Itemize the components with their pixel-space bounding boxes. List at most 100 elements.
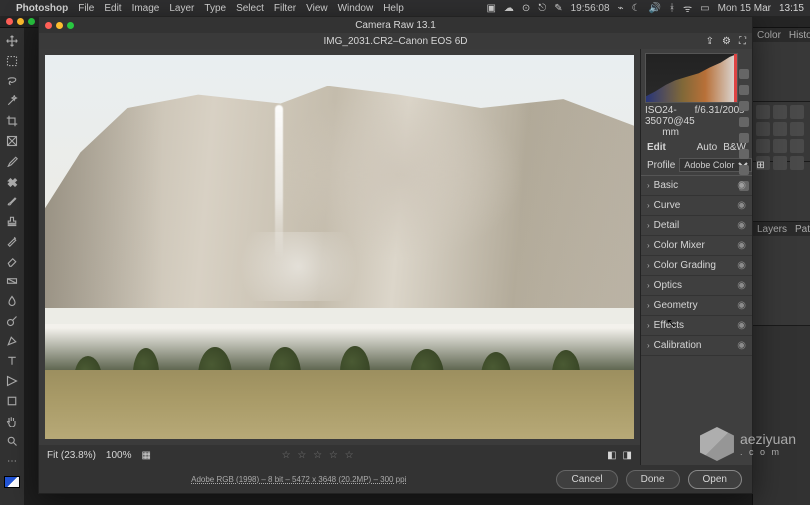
eye-icon[interactable]: ◉: [737, 200, 746, 211]
ps-toolbar: ⋯: [0, 28, 24, 505]
menubar-clock: 13:15: [779, 3, 804, 14]
menu-edit[interactable]: Edit: [104, 3, 121, 14]
heal-icon[interactable]: [739, 101, 749, 111]
crop-tool-icon[interactable]: [3, 112, 21, 130]
menu-image[interactable]: Image: [132, 3, 160, 14]
eraser-tool-icon[interactable]: [3, 252, 21, 270]
eye-icon[interactable]: ◉: [737, 260, 746, 271]
menu-window[interactable]: Window: [338, 3, 374, 14]
menu-view[interactable]: View: [306, 3, 328, 14]
fit-zoom-label[interactable]: Fit (23.8%): [47, 450, 96, 461]
marquee-tool-icon[interactable]: [3, 52, 21, 70]
dodge-tool-icon[interactable]: [3, 312, 21, 330]
edit-heading: Edit: [647, 142, 666, 153]
ps-right-panels: ColorHistoryActions LayersPaths: [752, 28, 810, 505]
panel-basic[interactable]: ›Basic◉: [641, 176, 752, 196]
crop-icon[interactable]: [739, 85, 749, 95]
tab-layers[interactable]: Layers: [753, 222, 791, 236]
hand-tool-icon[interactable]: [3, 412, 21, 430]
menu-layer[interactable]: Layer: [169, 3, 194, 14]
eye-icon[interactable]: ◉: [737, 320, 746, 331]
panel-effects[interactable]: ›Effects◉: [641, 316, 752, 336]
profile-browse-icon[interactable]: ⊞: [756, 160, 764, 171]
panel-detail[interactable]: ›Detail◉: [641, 216, 752, 236]
status-icon: ☁: [504, 3, 514, 14]
shape-tool-icon[interactable]: [3, 392, 21, 410]
lasso-tool-icon[interactable]: [3, 72, 21, 90]
heal-tool-icon[interactable]: [3, 172, 21, 190]
tab-paths[interactable]: Paths: [791, 222, 810, 236]
menubar-time: 19:56:08: [571, 3, 610, 14]
preset-icon[interactable]: [739, 165, 749, 175]
compare-icon[interactable]: ◧: [607, 450, 616, 461]
auto-button[interactable]: Auto: [697, 142, 718, 153]
menu-help[interactable]: Help: [383, 3, 404, 14]
fullscreen-icon[interactable]: ⛶: [739, 36, 746, 47]
done-button[interactable]: Done: [626, 470, 680, 489]
zoom-icon[interactable]: [28, 18, 35, 25]
eye-icon[interactable]: ◉: [737, 240, 746, 251]
cancel-button[interactable]: Cancel: [556, 470, 617, 489]
type-tool-icon[interactable]: [3, 352, 21, 370]
edit-icon[interactable]: [739, 69, 749, 79]
wand-tool-icon[interactable]: [3, 92, 21, 110]
tab-history[interactable]: History: [785, 28, 810, 42]
pen-tool-icon[interactable]: [3, 332, 21, 350]
menu-type[interactable]: Type: [204, 3, 226, 14]
share-icon[interactable]: ⇪: [706, 36, 714, 47]
gradient-tool-icon[interactable]: [3, 272, 21, 290]
stamp-tool-icon[interactable]: [3, 212, 21, 230]
histogram[interactable]: [645, 53, 738, 103]
history-brush-icon[interactable]: [3, 232, 21, 250]
acr-tool-strip: [738, 69, 750, 191]
panel-calibration[interactable]: ›Calibration◉: [641, 336, 752, 356]
eye-icon[interactable]: ◉: [737, 280, 746, 291]
panel-curve[interactable]: ›Curve◉: [641, 196, 752, 216]
panel-color-grading[interactable]: ›Color Grading◉: [641, 256, 752, 276]
panel-optics[interactable]: ›Optics◉: [641, 276, 752, 296]
preview-canvas[interactable]: [45, 55, 634, 439]
menu-file[interactable]: File: [78, 3, 94, 14]
acr-bottom-bar: Fit (23.8%) 100% ▦ ☆ ☆ ☆ ☆ ☆ ◧ ◨: [39, 445, 640, 465]
redeye-icon[interactable]: [739, 133, 749, 143]
before-after-icon[interactable]: ◨: [623, 450, 632, 461]
eye-icon[interactable]: ◉: [737, 220, 746, 231]
eye-icon[interactable]: ◉: [737, 300, 746, 311]
eye-icon[interactable]: ◉: [737, 340, 746, 351]
grid-icon[interactable]: ▦: [141, 450, 150, 461]
histo-lens: 24-70@45 mm: [662, 105, 694, 138]
path-tool-icon[interactable]: [3, 372, 21, 390]
zoom-100[interactable]: 100%: [106, 450, 132, 461]
minimize-icon[interactable]: [17, 18, 24, 25]
move-tool-icon[interactable]: [3, 32, 21, 50]
app-name[interactable]: Photoshop: [16, 3, 68, 14]
eyedropper-tool-icon[interactable]: [3, 152, 21, 170]
open-button[interactable]: Open: [688, 470, 742, 489]
more-tools-icon[interactable]: ⋯: [3, 452, 21, 470]
brush-tool-icon[interactable]: [3, 192, 21, 210]
settings-icon[interactable]: ⚙: [722, 36, 731, 47]
zoom-icon[interactable]: [67, 22, 74, 29]
panel-color-mixer[interactable]: ›Color Mixer◉: [641, 236, 752, 256]
menu-filter[interactable]: Filter: [274, 3, 296, 14]
blur-tool-icon[interactable]: [3, 292, 21, 310]
acr-file-header: IMG_2031.CR2 – Canon EOS 6D ⇪ ⚙ ⛶: [39, 33, 752, 49]
panel-geometry[interactable]: ›Geometry◉: [641, 296, 752, 316]
close-icon[interactable]: [45, 22, 52, 29]
moon-icon: ☾: [632, 3, 641, 14]
tab-color[interactable]: Color: [753, 28, 785, 42]
zoom-tool-icon[interactable]: [3, 432, 21, 450]
minimize-icon[interactable]: [56, 22, 63, 29]
menu-select[interactable]: Select: [236, 3, 264, 14]
histo-ap: f/6.3: [695, 105, 714, 138]
mask-icon[interactable]: [739, 117, 749, 127]
frame-tool-icon[interactable]: [3, 132, 21, 150]
eye-icon[interactable]: ◉: [737, 180, 746, 191]
color-swatch[interactable]: [4, 476, 20, 488]
status-icon: ✎: [554, 3, 562, 14]
close-icon[interactable]: [6, 18, 13, 25]
workflow-info[interactable]: Adobe RGB (1998) – 8 bit – 5472 x 3648 (…: [49, 475, 548, 484]
rating-stars[interactable]: ☆ ☆ ☆ ☆ ☆: [282, 450, 356, 461]
snapshot-icon[interactable]: [739, 149, 749, 159]
wifi-icon: ᯤ: [683, 1, 692, 15]
